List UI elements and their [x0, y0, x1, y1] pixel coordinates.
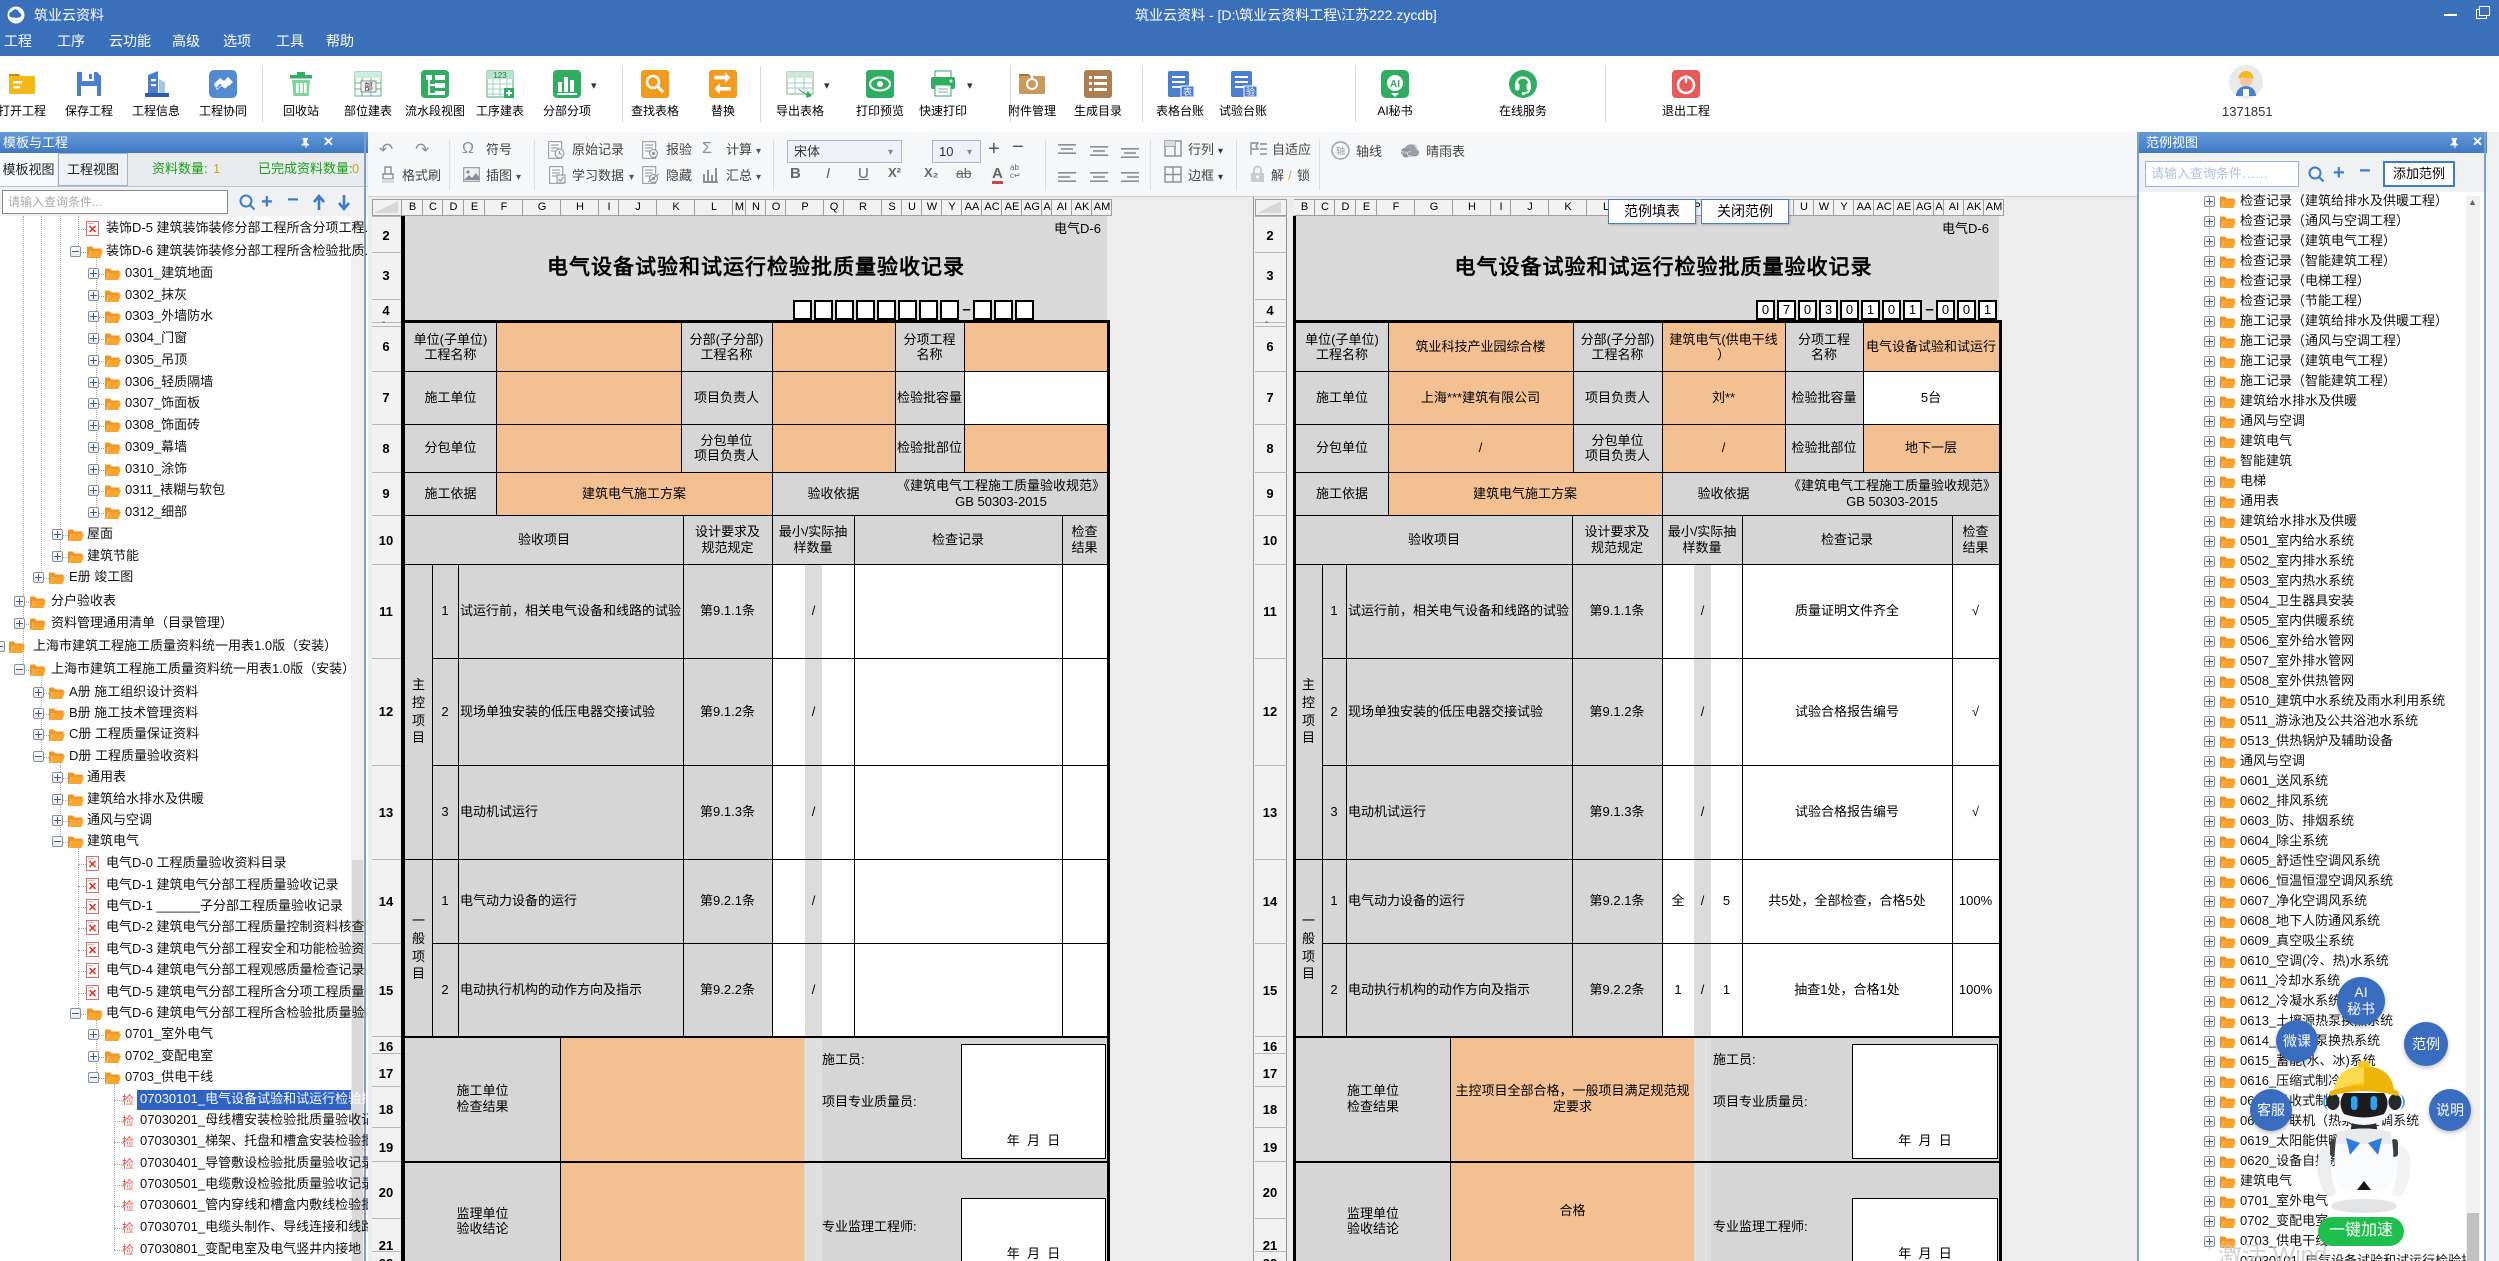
svg-text:7℃: 7℃ [1401, 151, 1413, 158]
svg-text:AI: AI [1390, 79, 1400, 90]
svg-text:表: 表 [1183, 86, 1192, 97]
svg-text:验: 验 [1246, 86, 1255, 97]
svg-text:检: 检 [122, 1198, 134, 1213]
svg-text:检: 检 [122, 1134, 134, 1149]
svg-text:检: 检 [122, 1220, 134, 1235]
svg-text:检: 检 [122, 1177, 134, 1192]
svg-text:轴: 轴 [1336, 145, 1345, 156]
svg-text:123: 123 [493, 71, 507, 80]
svg-text:检: 检 [122, 1156, 134, 1171]
svg-text:部: 部 [364, 81, 373, 92]
svg-text:检: 检 [122, 1242, 134, 1257]
svg-text:检: 检 [122, 1113, 134, 1128]
svg-text:检: 检 [122, 1092, 134, 1107]
